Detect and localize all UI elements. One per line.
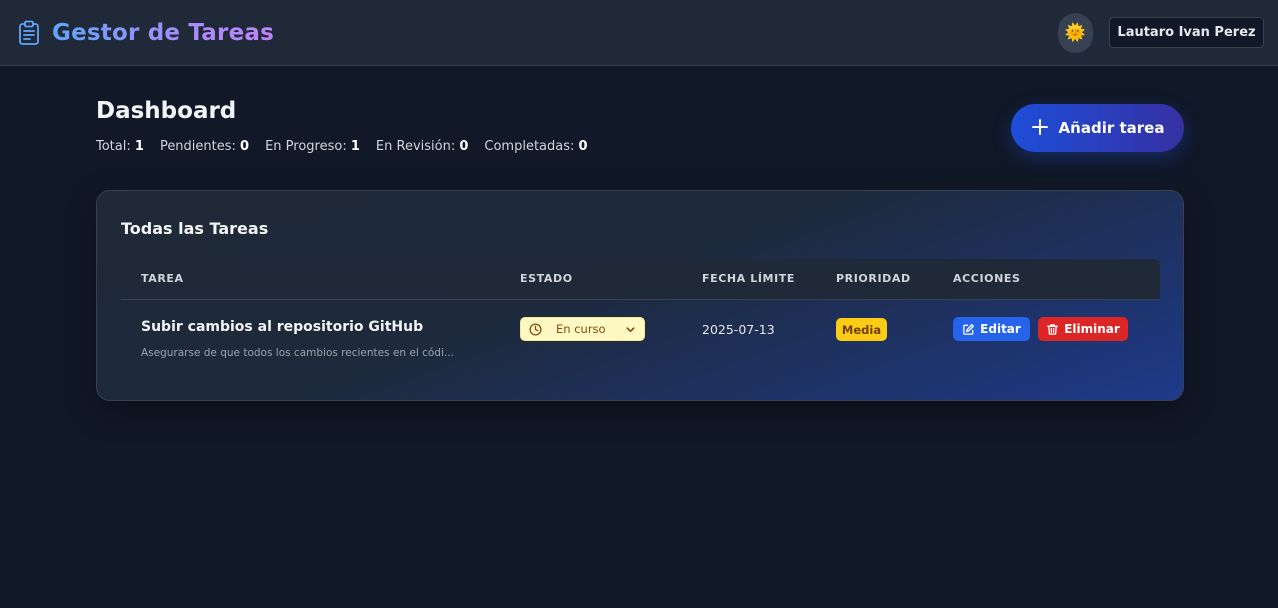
stat-in-progress: En Progreso: 1: [265, 139, 360, 154]
status-value: En curso: [556, 322, 606, 336]
task-title: Subir cambios al repositorio GitHub: [141, 319, 424, 335]
stat-total: Total: 1: [96, 139, 144, 154]
status-select[interactable]: En curso: [520, 317, 645, 341]
app-title: Gestor de Tareas: [52, 20, 274, 46]
column-header-status: ESTADO: [520, 272, 573, 285]
task-stats: Total: 1 Pendientes: 0 En Progreso: 1 En…: [96, 139, 588, 154]
page-title: Dashboard: [96, 98, 237, 124]
add-task-label: Añadir tarea: [1058, 119, 1165, 137]
column-header-actions: ACCIONES: [953, 272, 1021, 285]
stat-in-review: En Revisión: 0: [375, 139, 469, 154]
tasks-card: Todas las Tareas TAREA ESTADO FECHA LÍMI…: [96, 190, 1184, 401]
column-header-task: TAREA: [141, 272, 184, 285]
edit-button[interactable]: Editar: [953, 317, 1030, 341]
user-menu-button[interactable]: Lautaro Ivan Perez: [1109, 17, 1264, 48]
task-description: Asegurarse de que todos los cambios reci…: [141, 347, 454, 359]
chevron-down-icon: [625, 324, 636, 335]
clock-icon: [529, 322, 542, 336]
brand[interactable]: Gestor de Tareas: [18, 18, 274, 48]
column-header-due-date: FECHA LÍMITE: [702, 272, 796, 285]
sun-icon: 🌞: [1064, 23, 1087, 43]
theme-toggle-button[interactable]: 🌞: [1058, 13, 1093, 53]
trash-icon: [1046, 323, 1059, 336]
app-header: Gestor de Tareas 🌞 Lautaro Ivan Perez: [0, 0, 1278, 66]
table-row: Subir cambios al repositorio GitHub Aseg…: [121, 301, 1160, 381]
priority-badge: Media: [836, 318, 887, 341]
card-title: Todas las Tareas: [121, 219, 269, 238]
column-header-priority: PRIORIDAD: [836, 272, 911, 285]
delete-label: Eliminar: [1064, 322, 1120, 336]
add-task-button[interactable]: Añadir tarea: [1011, 104, 1184, 152]
stat-completed: Completadas: 0: [484, 139, 588, 154]
clipboard-icon: [18, 20, 42, 46]
delete-button[interactable]: Eliminar: [1038, 317, 1128, 341]
edit-icon: [962, 323, 975, 336]
due-date: 2025-07-13: [702, 322, 775, 337]
plus-icon: [1031, 118, 1049, 136]
stat-pending: Pendientes: 0: [159, 139, 250, 154]
table-header: TAREA ESTADO FECHA LÍMITE PRIORIDAD ACCI…: [121, 259, 1160, 300]
edit-label: Editar: [980, 322, 1021, 336]
